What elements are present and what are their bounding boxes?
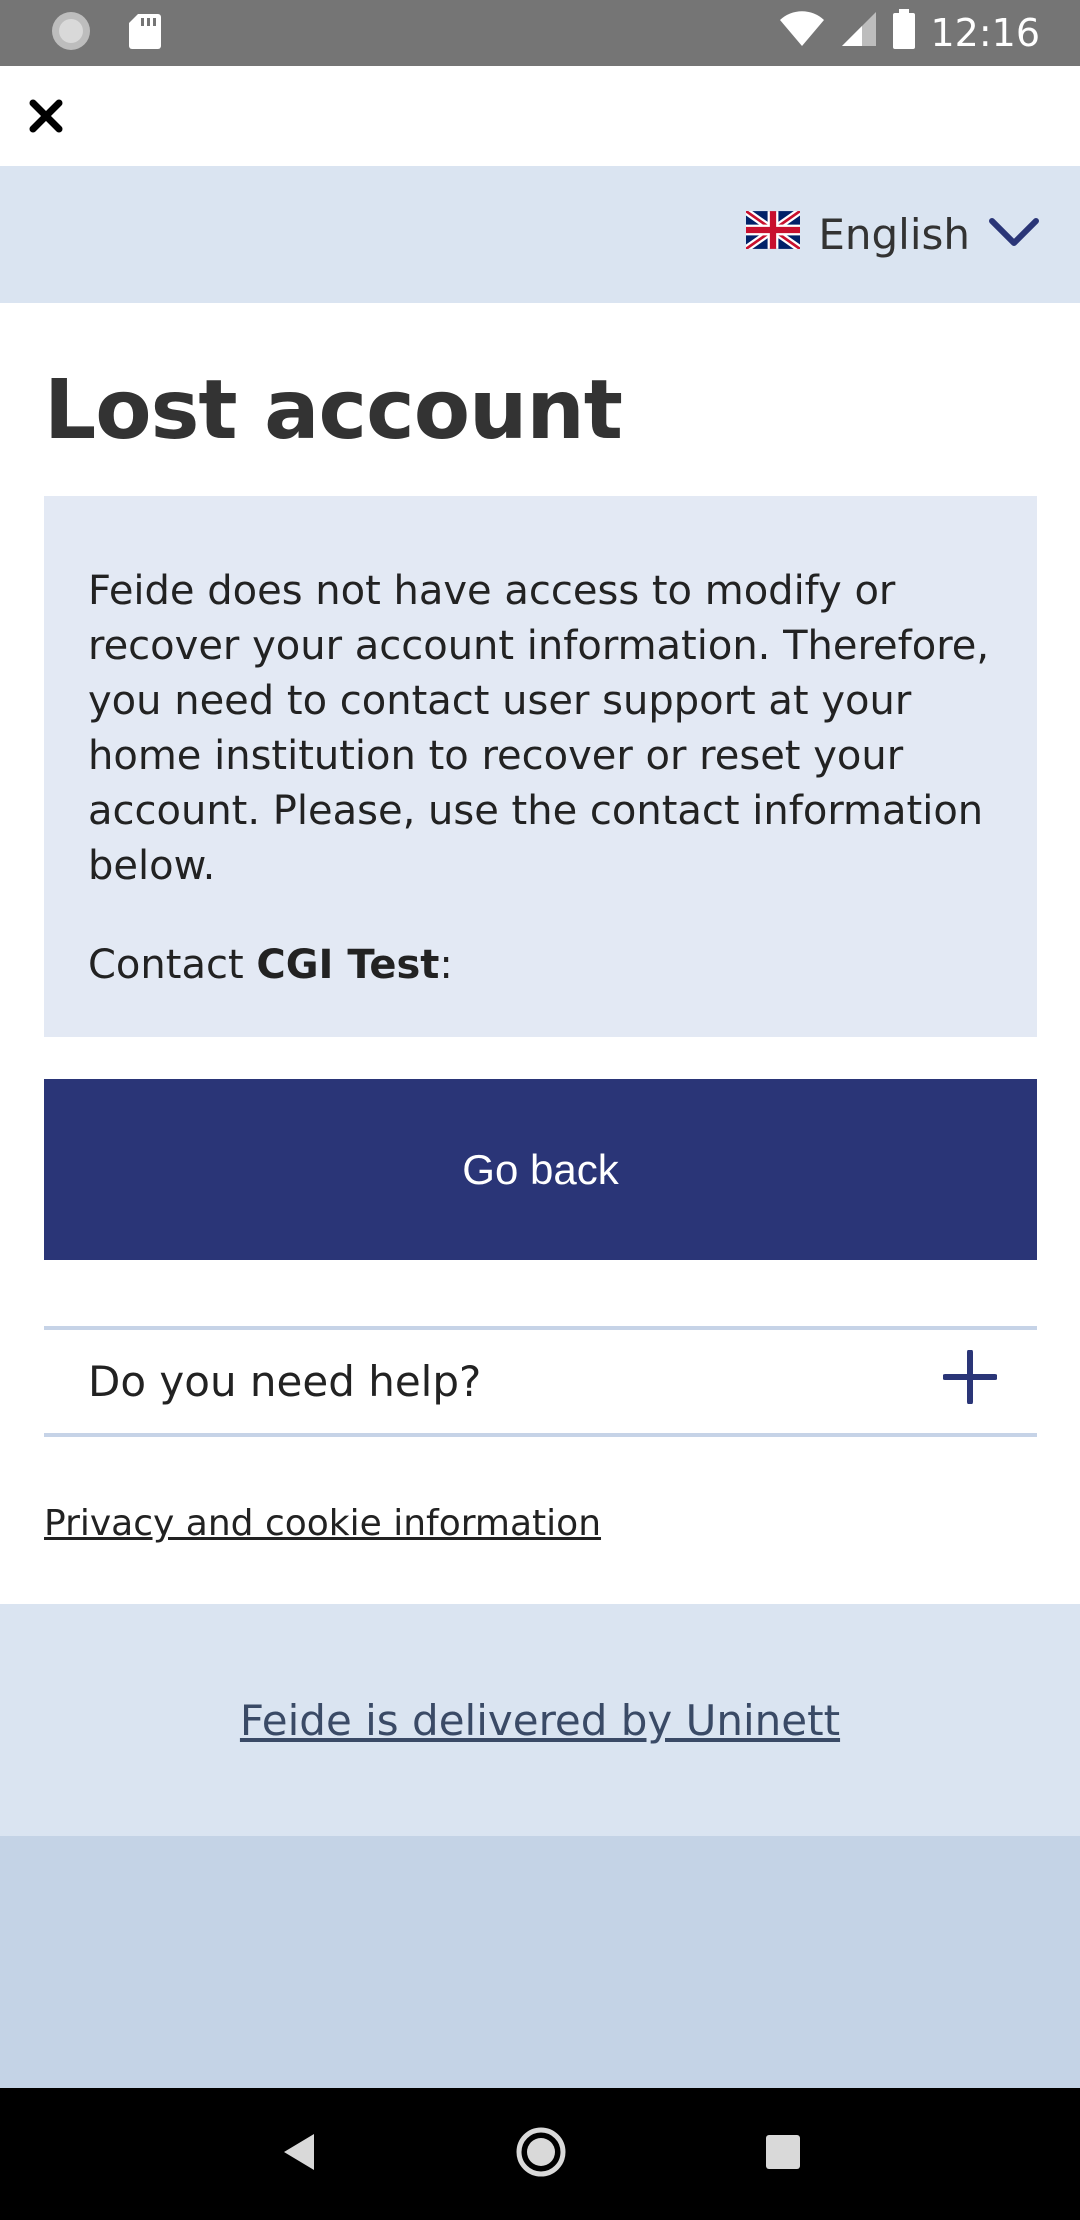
language-bar: English xyxy=(0,166,1080,303)
contact-org: CGI Test xyxy=(256,942,440,988)
battery-icon xyxy=(892,8,916,58)
wifi-icon xyxy=(778,10,826,57)
info-text: Feide does not have access to modify or … xyxy=(88,568,990,889)
help-accordion[interactable]: Do you need help? xyxy=(44,1326,1037,1437)
info-box: Feide does not have access to modify or … xyxy=(44,496,1037,1037)
contact-line: Contact CGI Test: xyxy=(88,942,453,988)
back-icon[interactable] xyxy=(278,2130,318,2178)
status-bar: 12:16 xyxy=(0,0,1080,66)
main-content: Lost account Feide does not have access … xyxy=(0,303,1080,1604)
language-selector[interactable]: English xyxy=(744,208,1040,259)
go-back-button[interactable]: Go back xyxy=(44,1079,1037,1260)
footer: Feide is delivered by Uninett xyxy=(0,1604,1080,1836)
cellular-signal-icon xyxy=(840,10,878,57)
status-time: 12:16 xyxy=(930,11,1040,55)
privacy-link[interactable]: Privacy and cookie information xyxy=(44,1503,601,1544)
record-icon xyxy=(50,10,92,56)
chevron-down-icon xyxy=(988,210,1040,259)
page-title: Lost account xyxy=(44,363,623,458)
close-button[interactable] xyxy=(26,96,66,136)
help-label: Do you need help? xyxy=(88,1357,482,1406)
home-icon[interactable] xyxy=(515,2126,567,2182)
close-icon xyxy=(29,99,63,133)
plus-icon xyxy=(942,1348,998,1414)
uk-flag-icon xyxy=(744,208,803,259)
footer-link-uninett[interactable]: Feide is delivered by Uninett xyxy=(240,1696,840,1745)
top-bar xyxy=(0,66,1080,166)
sd-card-icon xyxy=(128,12,162,54)
recents-icon[interactable] xyxy=(764,2133,802,2175)
language-label: English xyxy=(818,210,970,259)
navigation-bar xyxy=(0,2088,1080,2220)
